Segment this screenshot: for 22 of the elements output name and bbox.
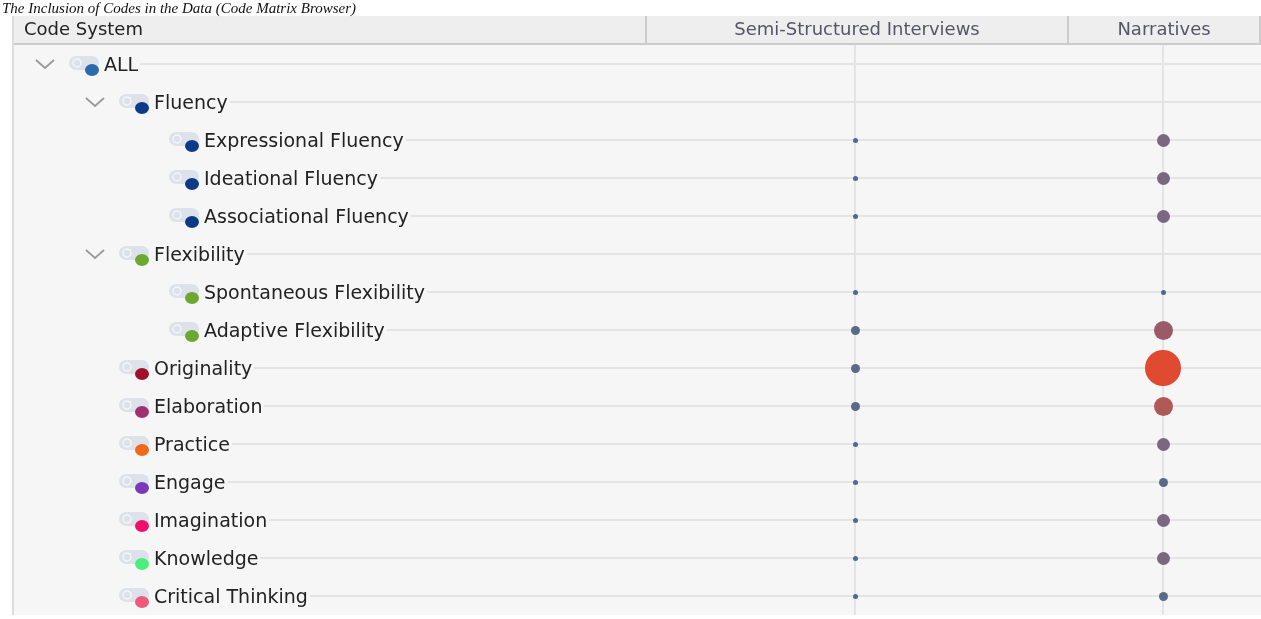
code-label[interactable]: Critical Thinking [154, 585, 308, 607]
code-label[interactable]: Ideational Fluency [204, 167, 379, 189]
code-label[interactable]: ALL [104, 53, 139, 75]
code-label[interactable]: Engage [154, 471, 226, 493]
column-header[interactable]: Code System [14, 16, 645, 43]
code-label[interactable]: Originality [154, 357, 253, 379]
code-label[interactable]: Knowledge [154, 547, 259, 569]
chevron-icon[interactable] [84, 96, 106, 108]
code-label[interactable]: Practice [154, 433, 230, 455]
chevron-icon[interactable] [34, 58, 56, 70]
code-label[interactable]: Adaptive Flexibility [204, 319, 385, 341]
figure-caption: The Inclusion of Codes in the Data (Code Matrix Browser) [1, 0, 357, 16]
code-label[interactable]: Imagination [154, 509, 268, 531]
column-header[interactable]: Semi-Structured Interviews [645, 16, 1067, 43]
chevron-icon[interactable] [84, 248, 106, 260]
code-label[interactable]: Fluency [154, 91, 228, 113]
code-label[interactable]: Spontaneous Flexibility [204, 281, 425, 303]
column-header[interactable]: Narratives [1067, 16, 1261, 43]
code-label[interactable]: Associational Fluency [204, 205, 409, 227]
code-label[interactable]: Elaboration [154, 395, 263, 417]
code-label[interactable]: Expressional Fluency [204, 129, 404, 151]
code-label[interactable]: Flexibility [154, 243, 245, 265]
